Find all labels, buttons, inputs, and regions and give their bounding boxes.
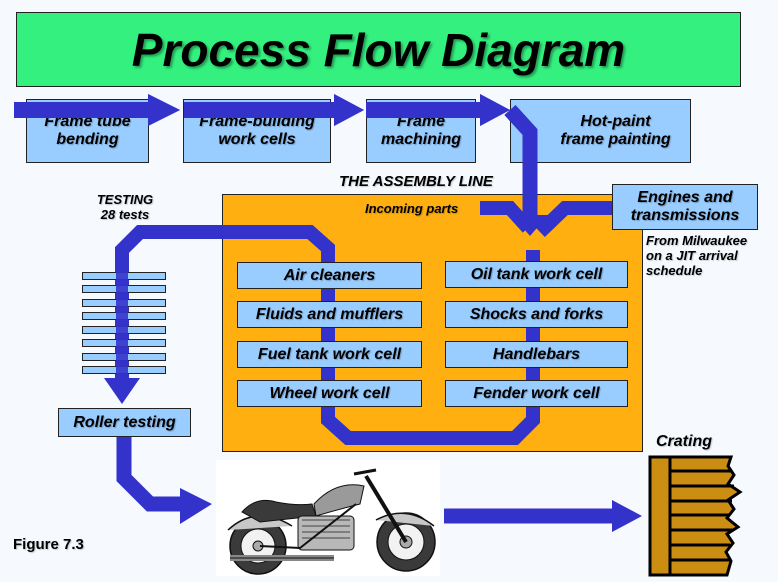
flow-arrowhead: [480, 94, 510, 126]
process-box-hot-paint: Hot-paint frame painting: [510, 99, 691, 163]
motorcycle-image: [216, 460, 440, 576]
assembly-line-label: THE ASSEMBLY LINE: [336, 173, 496, 190]
process-box-frame-building: Frame-building work cells: [183, 99, 331, 163]
work-cell-handlebars: Handlebars: [445, 341, 628, 368]
test-bar: [82, 299, 166, 307]
test-bar: [82, 272, 166, 280]
work-cell-air-cleaners: Air cleaners: [237, 262, 422, 289]
roller-testing-box: Roller testing: [58, 408, 191, 437]
motorcycle-icon: [227, 468, 436, 575]
work-cell-shocks-forks: Shocks and forks: [445, 301, 628, 328]
flow-arrowhead: [180, 488, 212, 524]
test-bar: [82, 326, 166, 334]
process-box-frame-tube-bending: Frame tube bending: [26, 99, 149, 163]
flow-arrowhead: [612, 500, 642, 532]
engines-transmissions-box: Engines and transmissions: [612, 184, 758, 230]
test-bar: [82, 285, 166, 293]
flow-arrowhead: [148, 94, 180, 126]
work-cell-fender: Fender work cell: [445, 380, 628, 407]
testing-label: TESTING 28 tests: [96, 192, 154, 222]
work-cell-wheel: Wheel work cell: [237, 380, 422, 407]
work-cell-oil-tank: Oil tank work cell: [445, 261, 628, 288]
flow-path-roller-to-bike: [116, 430, 185, 512]
incoming-parts-label: Incoming parts: [365, 201, 459, 216]
test-bar: [82, 312, 166, 320]
flow-path-engines: [535, 201, 612, 238]
test-bar: [82, 366, 166, 374]
test-bar: [82, 353, 166, 361]
milwaukee-note: From Milwaukee on a JIT arrival schedule: [646, 233, 748, 278]
process-box-frame-machining: Frame machining: [366, 99, 476, 163]
figure-label: Figure 7.3: [13, 536, 84, 553]
flow-arrowhead: [104, 378, 140, 404]
test-bar: [82, 339, 166, 347]
crating-label: Crating: [656, 433, 712, 450]
flow-arrowhead: [334, 94, 364, 126]
work-cell-fluids-mufflers: Fluids and mufflers: [237, 301, 422, 328]
work-cell-fuel-tank: Fuel tank work cell: [237, 341, 422, 368]
